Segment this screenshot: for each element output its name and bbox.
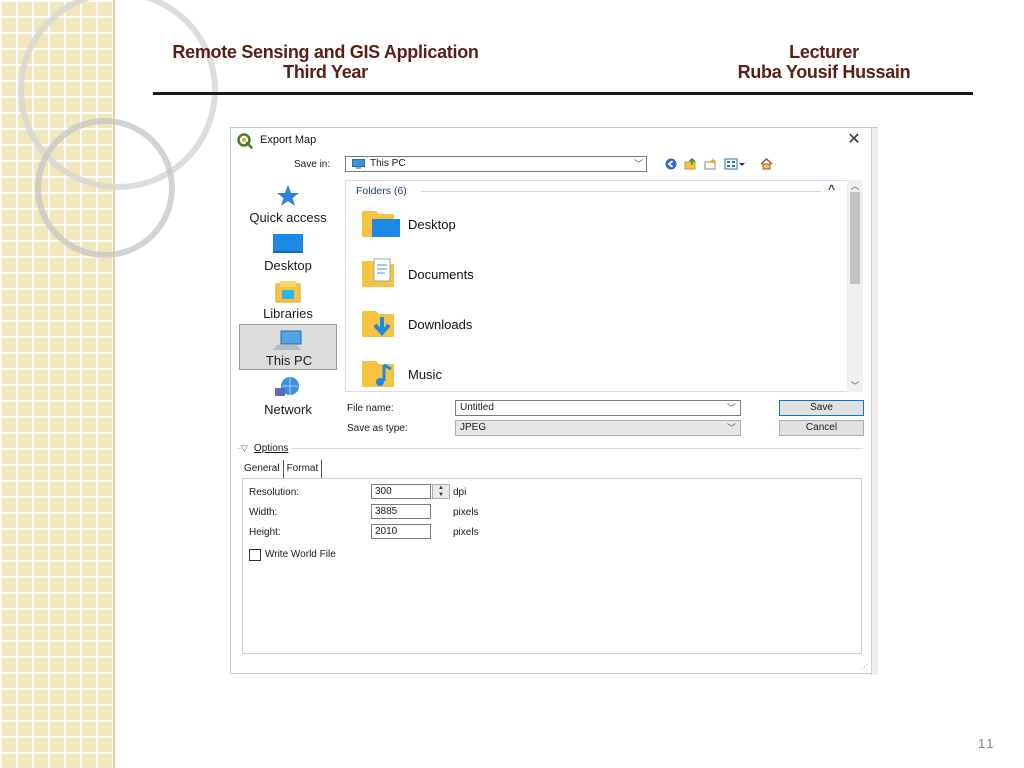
folder-music[interactable]: Music <box>360 355 560 393</box>
spin-up-icon[interactable]: ▲ <box>433 485 449 491</box>
place-libraries[interactable]: Libraries <box>239 276 337 322</box>
options-label: Options <box>253 443 289 454</box>
new-folder-button[interactable] <box>703 156 717 172</box>
page-number: 11 <box>978 736 996 751</box>
save-as-type-value: JPEG <box>460 422 487 433</box>
file-name-value: Untitled <box>460 402 494 413</box>
documents-folder-icon <box>362 258 394 287</box>
libraries-icon <box>275 281 301 303</box>
width-unit: pixels <box>453 507 479 518</box>
folder-documents[interactable]: Documents <box>360 255 560 293</box>
file-list-view[interactable]: Folders (6) ^ Desktop Documents Download… <box>345 180 863 392</box>
scroll-down-icon[interactable]: ﹀ <box>847 380 863 392</box>
lecturer-title: Lecturer <box>789 42 859 62</box>
up-folder-icon <box>684 158 695 170</box>
dialog-titlebar[interactable]: Export Map ✕ <box>231 128 871 152</box>
resolution-spinner[interactable]: ▲ ▼ <box>432 484 450 499</box>
tab-format[interactable]: Format <box>284 460 323 478</box>
place-label: Desktop <box>264 258 312 273</box>
dialog-title: Export Map <box>260 134 317 146</box>
place-label: Network <box>264 402 312 417</box>
height-unit: pixels <box>453 527 479 538</box>
back-button[interactable] <box>664 156 678 172</box>
file-list-scrollbar[interactable]: ︿ ﹀ <box>847 180 863 392</box>
resolution-label: Resolution: <box>249 487 300 498</box>
view-menu-icon <box>724 158 745 170</box>
course-title: Remote Sensing and GIS Application <box>172 42 479 62</box>
up-folder-button[interactable] <box>683 156 697 172</box>
computer-icon <box>352 159 365 169</box>
save-in-value: This PC <box>370 158 406 169</box>
downloads-folder-icon <box>362 311 394 337</box>
place-label: This PC <box>265 353 313 368</box>
resolution-unit: dpi <box>453 487 467 498</box>
home-button[interactable] <box>759 156 773 172</box>
save-as-type-dropdown[interactable]: JPEG ﹀ <box>455 420 741 436</box>
header-divider <box>153 92 973 95</box>
height-input[interactable]: 2010 <box>371 524 431 539</box>
back-arrow-icon <box>665 158 677 170</box>
chevron-down-icon: ﹀ <box>633 159 643 169</box>
star-icon <box>277 185 299 206</box>
new-folder-icon <box>704 158 716 170</box>
view-menu-button[interactable] <box>723 156 747 172</box>
triangle-down-icon: ▽ <box>241 443 248 453</box>
close-icon[interactable]: ✕ <box>844 130 864 150</box>
folder-downloads[interactable]: Downloads <box>360 305 560 343</box>
music-folder-icon <box>362 361 394 387</box>
home-icon <box>760 158 772 170</box>
write-world-file-label: Write World File <box>265 549 336 560</box>
save-button[interactable]: Save <box>779 400 864 416</box>
folders-group-line <box>421 191 821 192</box>
options-tabs: General Format <box>241 460 323 478</box>
folder-label: Downloads <box>408 317 473 332</box>
chevron-down-icon: ﹀ <box>726 423 736 433</box>
save-in-label: Save in: <box>294 159 331 170</box>
folder-label: Desktop <box>408 217 456 232</box>
places-bar: Quick access Desktop Libraries This PC N… <box>238 180 338 420</box>
folders-group-header[interactable]: Folders (6) <box>356 185 407 197</box>
save-as-type-label: Save as type: <box>347 423 408 434</box>
resolution-input[interactable]: 300 <box>371 484 431 499</box>
slide-header-left: Remote Sensing and GIS Application Third… <box>148 42 503 82</box>
spin-down-icon[interactable]: ▼ <box>433 492 449 498</box>
place-desktop[interactable]: Desktop <box>239 228 337 274</box>
place-label: Quick access <box>249 210 327 225</box>
save-in-dropdown[interactable]: This PC ﹀ <box>345 156 647 172</box>
place-this-pc[interactable]: This PC <box>239 324 337 370</box>
network-icon <box>275 377 299 396</box>
cancel-button[interactable]: Cancel <box>779 420 864 436</box>
folder-label: Music <box>408 367 442 382</box>
resize-grip-icon[interactable]: ⋰ <box>861 663 868 671</box>
decorative-ring-small <box>35 118 175 258</box>
scrollbar-thumb[interactable] <box>850 192 860 284</box>
desktop-folder-icon <box>362 211 400 237</box>
computer-icon <box>273 330 302 350</box>
file-name-label: File name: <box>347 403 394 414</box>
place-network[interactable]: Network <box>239 372 337 418</box>
folder-desktop[interactable]: Desktop <box>360 205 560 243</box>
course-year: Third Year <box>283 62 368 82</box>
window-edge-scrollbar[interactable] <box>871 128 878 675</box>
width-label: Width: <box>249 507 278 518</box>
collapse-caret-icon[interactable]: ^ <box>828 182 835 196</box>
lecturer-name: Ruba Yousif Hussain <box>737 62 911 82</box>
write-world-file-checkbox[interactable] <box>249 549 261 561</box>
place-label: Libraries <box>263 306 313 321</box>
place-quick-access[interactable]: Quick access <box>239 180 337 226</box>
general-tab-panel: Resolution: 300 ▲ ▼ dpi Width: 3885 pixe… <box>242 478 862 654</box>
slide-header-right: Lecturer Ruba Yousif Hussain <box>722 42 926 82</box>
qgis-logo-icon <box>237 133 253 149</box>
height-label: Height: <box>249 527 281 538</box>
width-input[interactable]: 3885 <box>371 504 431 519</box>
options-separator <box>237 448 863 449</box>
chevron-down-icon[interactable]: ﹀ <box>727 401 736 415</box>
folder-label: Documents <box>408 267 474 282</box>
export-map-dialog: Export Map ✕ Save in: This PC ﹀ Quick ac… <box>230 127 878 675</box>
options-toggle[interactable]: ▽ Options <box>241 443 293 454</box>
scroll-up-icon[interactable]: ︿ <box>847 180 863 192</box>
tab-general[interactable]: General <box>241 460 284 478</box>
file-name-input[interactable]: Untitled ﹀ <box>455 400 741 416</box>
desktop-icon <box>273 234 303 253</box>
